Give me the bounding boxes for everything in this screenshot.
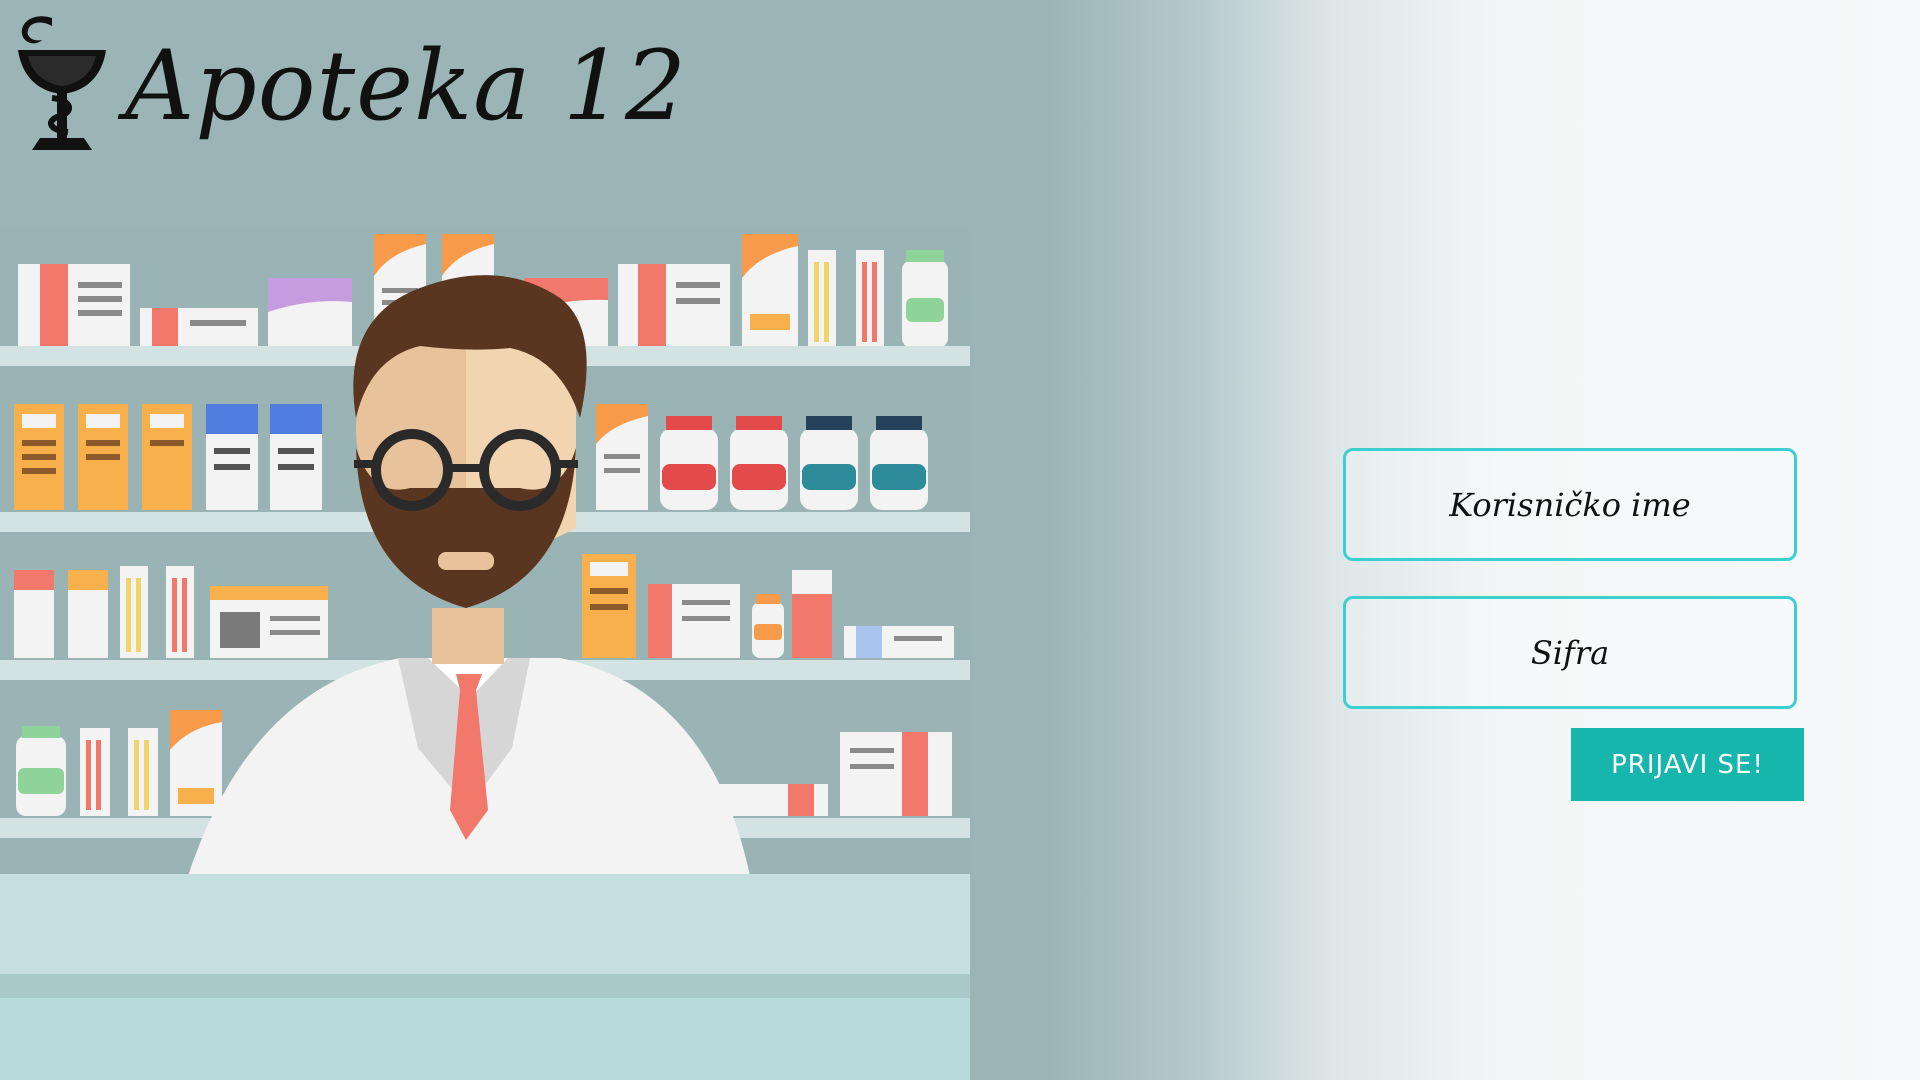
app-title: Apoteka 12 — [125, 30, 688, 142]
login-page: Apoteka 12 Korisničko ime PRIJAVI SE! — [0, 0, 1920, 1080]
bowl-of-hygieia-icon — [18, 16, 106, 150]
password-input[interactable] — [1343, 596, 1797, 709]
pharmacist-illustration — [0, 228, 970, 1080]
username-input[interactable] — [1343, 448, 1797, 561]
login-button[interactable]: PRIJAVI SE! — [1571, 728, 1804, 801]
login-form: PRIJAVI SE! — [1343, 448, 1804, 808]
